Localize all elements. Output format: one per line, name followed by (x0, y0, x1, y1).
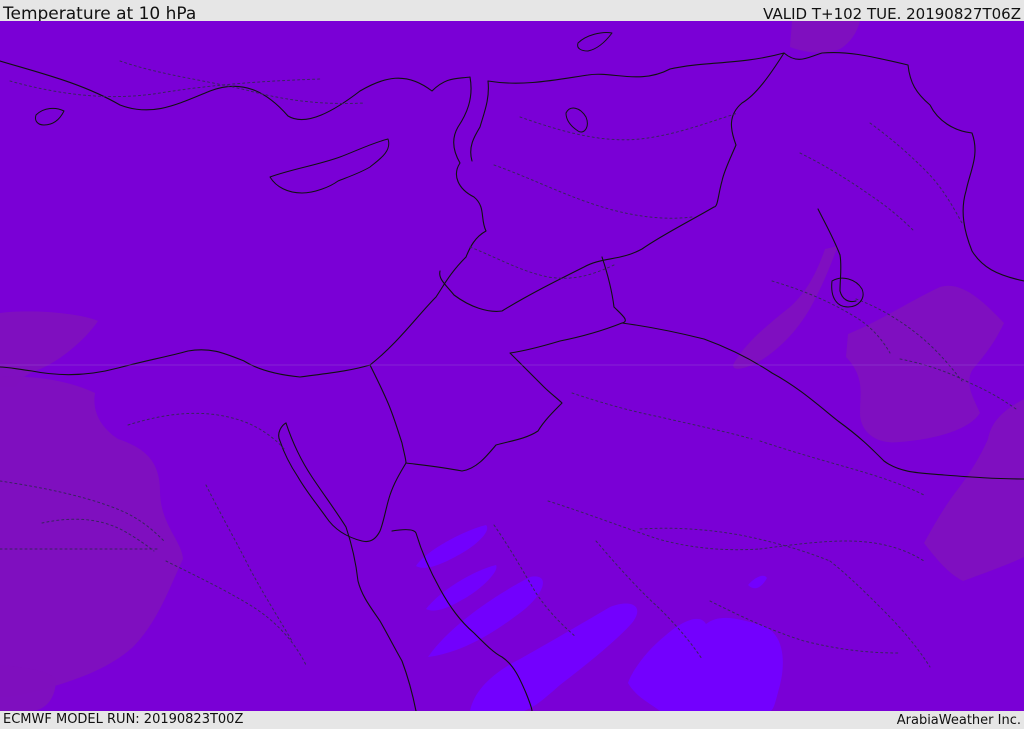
header-bar: Temperature at 10 hPa VALID T+102 TUE. 2… (0, 0, 1024, 24)
weather-map-svg (0, 21, 1024, 711)
map-panel (0, 21, 1024, 711)
model-run-label: ECMWF MODEL RUN: 20190823T00Z (3, 712, 244, 727)
footer-bar: ECMWF MODEL RUN: 20190823T00Z ArabiaWeat… (0, 711, 1024, 729)
weather-map-page: Temperature at 10 hPa VALID T+102 TUE. 2… (0, 0, 1024, 729)
brand-label: ArabiaWeather Inc. (896, 713, 1021, 728)
